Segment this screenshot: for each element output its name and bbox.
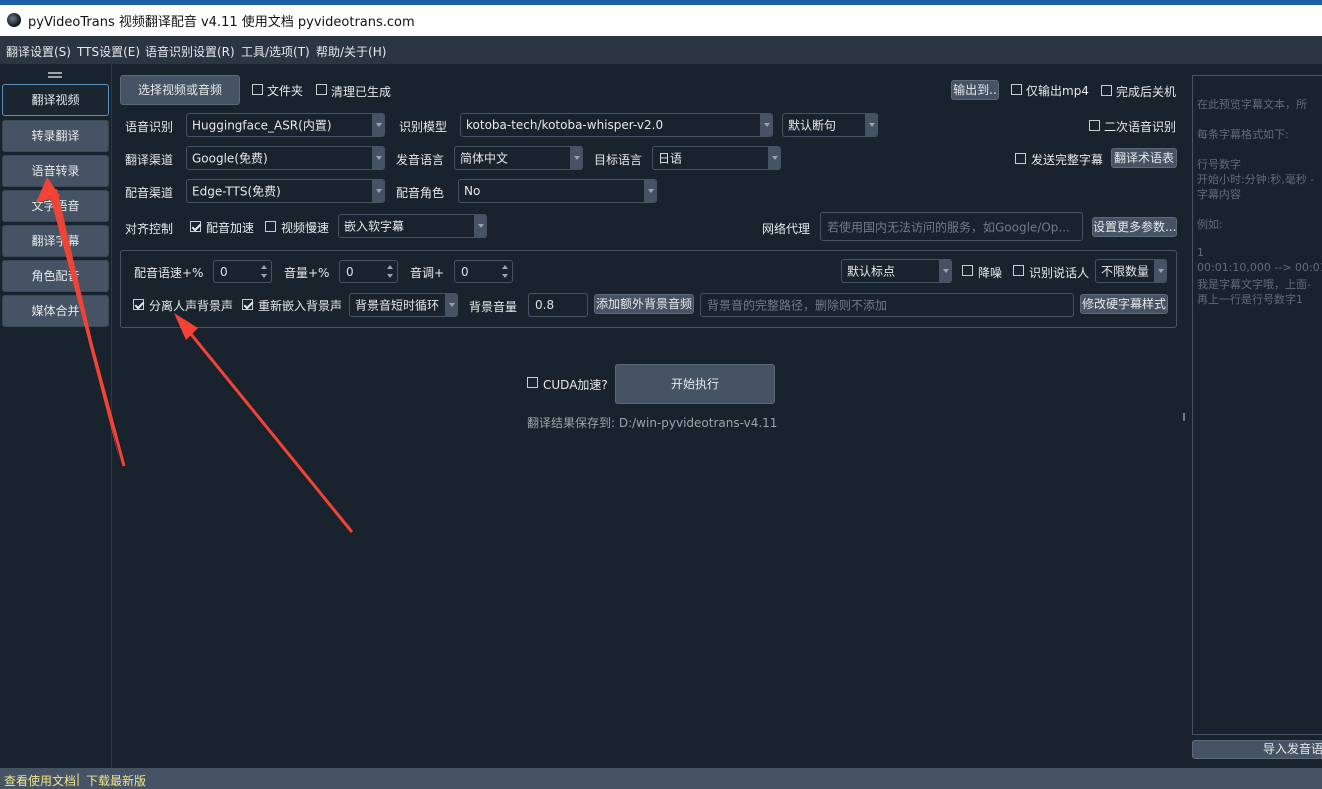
annotation-arrows — [36, 177, 354, 533]
arrow-to-separate-vocals — [174, 313, 354, 533]
status-separator: | — [76, 772, 81, 786]
doc-link[interactable]: 查看使用文档 — [4, 772, 76, 789]
download-link[interactable]: 下载最新版 — [86, 772, 146, 789]
arrow-to-speech-transcribe — [36, 177, 126, 467]
status-bar: 查看使用文档 | 下载最新版 — [0, 768, 1322, 789]
